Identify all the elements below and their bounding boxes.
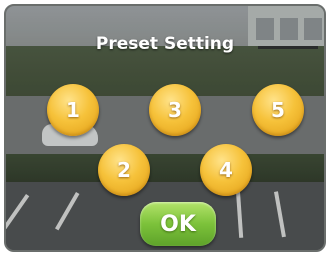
preset-button-4[interactable]: 4 — [200, 144, 252, 196]
preset-button-2[interactable]: 2 — [98, 144, 150, 196]
preset-setting-dialog: Preset Setting 1 3 5 2 4 OK — [4, 4, 326, 252]
preset-button-3[interactable]: 3 — [149, 84, 201, 136]
dialog-title: Preset Setting — [95, 34, 235, 54]
ok-button[interactable]: OK — [140, 202, 216, 246]
preset-button-5[interactable]: 5 — [252, 84, 304, 136]
preset-button-1[interactable]: 1 — [47, 84, 99, 136]
title-divider — [258, 46, 318, 49]
